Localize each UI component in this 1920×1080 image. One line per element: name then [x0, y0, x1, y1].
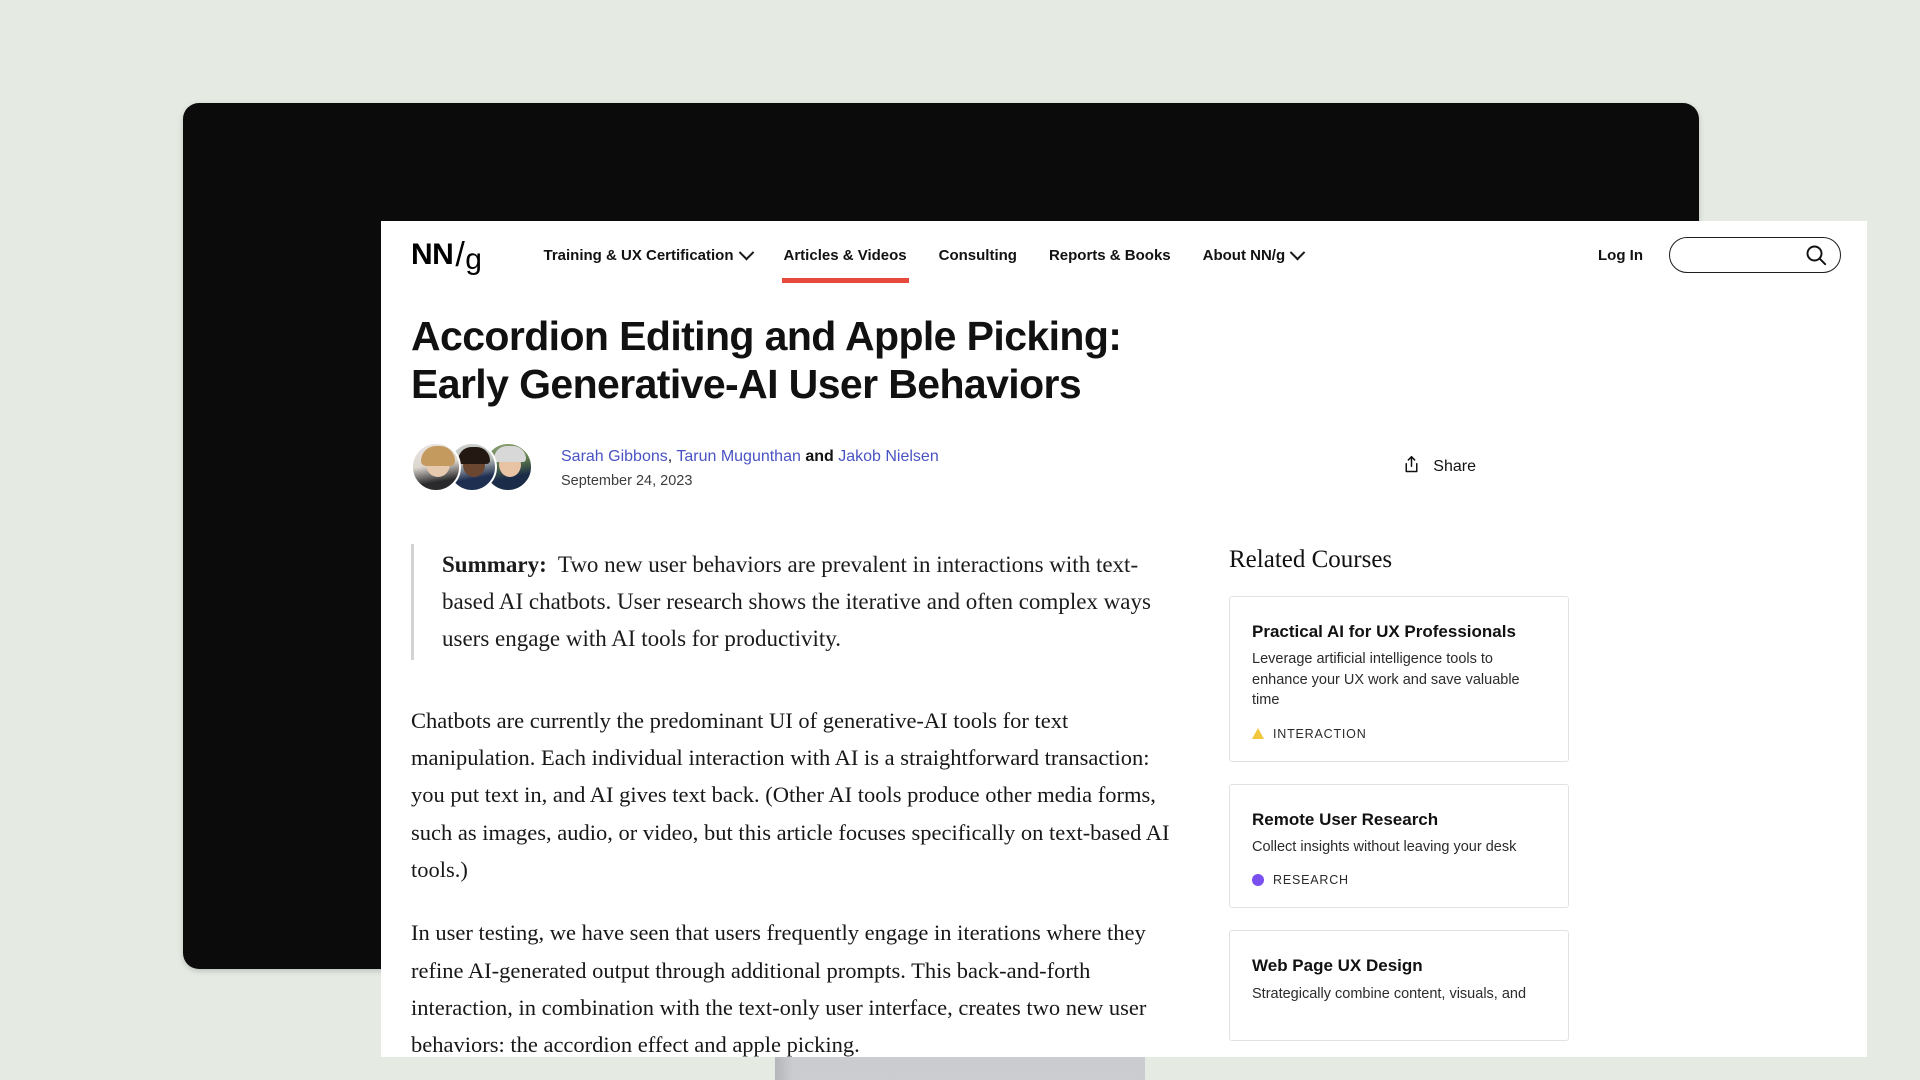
course-title: Remote User Research — [1252, 809, 1439, 829]
summary-block: Summary: Two new user behaviors are prev… — [411, 543, 1171, 660]
nav-item-reports[interactable]: Reports & Books — [1033, 221, 1187, 289]
course-title: Web Page UX Design — [1252, 956, 1423, 976]
share-icon — [1401, 454, 1422, 480]
search-input[interactable] — [1686, 247, 1804, 263]
chevron-down-icon — [738, 244, 754, 260]
publish-date: September 24, 2023 — [561, 473, 693, 490]
search-box[interactable] — [1669, 237, 1841, 273]
author-list: Sarah Gibbons, Tarun Mugunthan and Jakob… — [561, 445, 939, 468]
nav-label-reports: Reports & Books — [1048, 246, 1171, 264]
course-tag-label: RESEARCH — [1273, 873, 1349, 888]
content-columns: Summary: Two new user behaviors are prev… — [411, 543, 1837, 1057]
page-title: Accordion Editing and Apple Picking: Ear… — [411, 313, 1122, 407]
author-link-1[interactable]: Sarah Gibbons — [561, 448, 668, 465]
page-body: Accordion Editing and Apple Picking: Ear… — [381, 289, 1867, 1057]
logo-slash: / — [455, 236, 465, 274]
summary-text: Two new user behaviors are prevalent in … — [442, 551, 1151, 652]
header-right: Log In — [1598, 237, 1841, 273]
sidebar-title: Related Courses — [1229, 545, 1393, 573]
monitor-bezel: NN / g Training & UX Certification Article… — [183, 103, 1867, 1057]
nav-item-training[interactable]: Training & UX Certification — [527, 221, 767, 289]
nav-label-training: Training & UX Certification — [543, 246, 734, 264]
author-avatars — [411, 441, 533, 492]
nav-label-articles: Articles & Videos — [783, 246, 907, 264]
avatar — [411, 441, 461, 492]
browser-viewport: NN / g Training & UX Certification Article… — [381, 221, 1867, 1057]
nav-item-about[interactable]: About NN/g — [1187, 221, 1319, 289]
byline: Sarah Gibbons, Tarun Mugunthan and Jakob… — [411, 441, 1831, 492]
logo-nn: NN — [411, 238, 454, 271]
related-courses-sidebar: Related Courses Practical AI for UX Prof… — [1229, 544, 1569, 1057]
summary-paragraph: Summary: Two new user behaviors are prev… — [442, 546, 1171, 658]
course-description: Strategically combine content, visuals, … — [1252, 985, 1527, 1002]
site-header: NN / g Training & UX Certification Article… — [381, 221, 1867, 289]
course-tag: INTERACTION — [1252, 727, 1546, 741]
summary-label: Summary: — [442, 551, 547, 577]
search-icon[interactable] — [1804, 243, 1828, 267]
course-description: Leverage artificial intelligence tools t… — [1252, 651, 1520, 709]
research-circle-icon — [1252, 874, 1264, 887]
body-paragraph: Chatbots are currently the predominant U… — [411, 707, 1170, 883]
share-button[interactable]: Share — [1401, 454, 1476, 480]
author-link-2[interactable]: Tarun Mugunthan — [676, 448, 801, 465]
nng-logo[interactable]: NN / g — [411, 236, 482, 276]
main-nav: Training & UX Certification Articles & V… — [527, 221, 1319, 289]
nav-item-consulting[interactable]: Consulting — [923, 221, 1033, 289]
author-link-3[interactable]: Jakob Nielsen — [838, 448, 939, 465]
nav-item-articles[interactable]: Articles & Videos — [768, 221, 923, 289]
article-body: Summary: Two new user behaviors are prev… — [411, 543, 1171, 1057]
article-header: Accordion Editing and Apple Picking: Ear… — [411, 289, 1831, 492]
course-card[interactable]: Web Page UX Design Strategically combine… — [1229, 930, 1569, 1042]
share-label: Share — [1433, 457, 1476, 475]
logo-g: g — [465, 243, 482, 276]
login-button[interactable]: Log In — [1598, 247, 1643, 264]
scene: NN / g Training & UX Certification Article… — [0, 0, 1920, 1080]
interaction-triangle-icon — [1252, 728, 1264, 740]
course-tag: RESEARCH — [1252, 873, 1546, 887]
chevron-down-icon — [1289, 244, 1306, 260]
author-conjunction: and — [800, 447, 839, 465]
nav-label-about: About NN/g — [1202, 246, 1286, 264]
course-tag-label: INTERACTION — [1273, 726, 1367, 741]
course-card[interactable]: Practical AI for UX Professionals Levera… — [1229, 595, 1569, 762]
course-title: Practical AI for UX Professionals — [1252, 621, 1516, 641]
nav-label-consulting: Consulting — [938, 246, 1017, 264]
byline-text: Sarah Gibbons, Tarun Mugunthan and Jakob… — [561, 445, 939, 489]
course-description: Collect insights without leaving your de… — [1252, 838, 1517, 855]
course-card[interactable]: Remote User Research Collect insights wi… — [1229, 783, 1569, 909]
body-paragraph: In user testing, we have seen that users… — [411, 920, 1147, 1057]
